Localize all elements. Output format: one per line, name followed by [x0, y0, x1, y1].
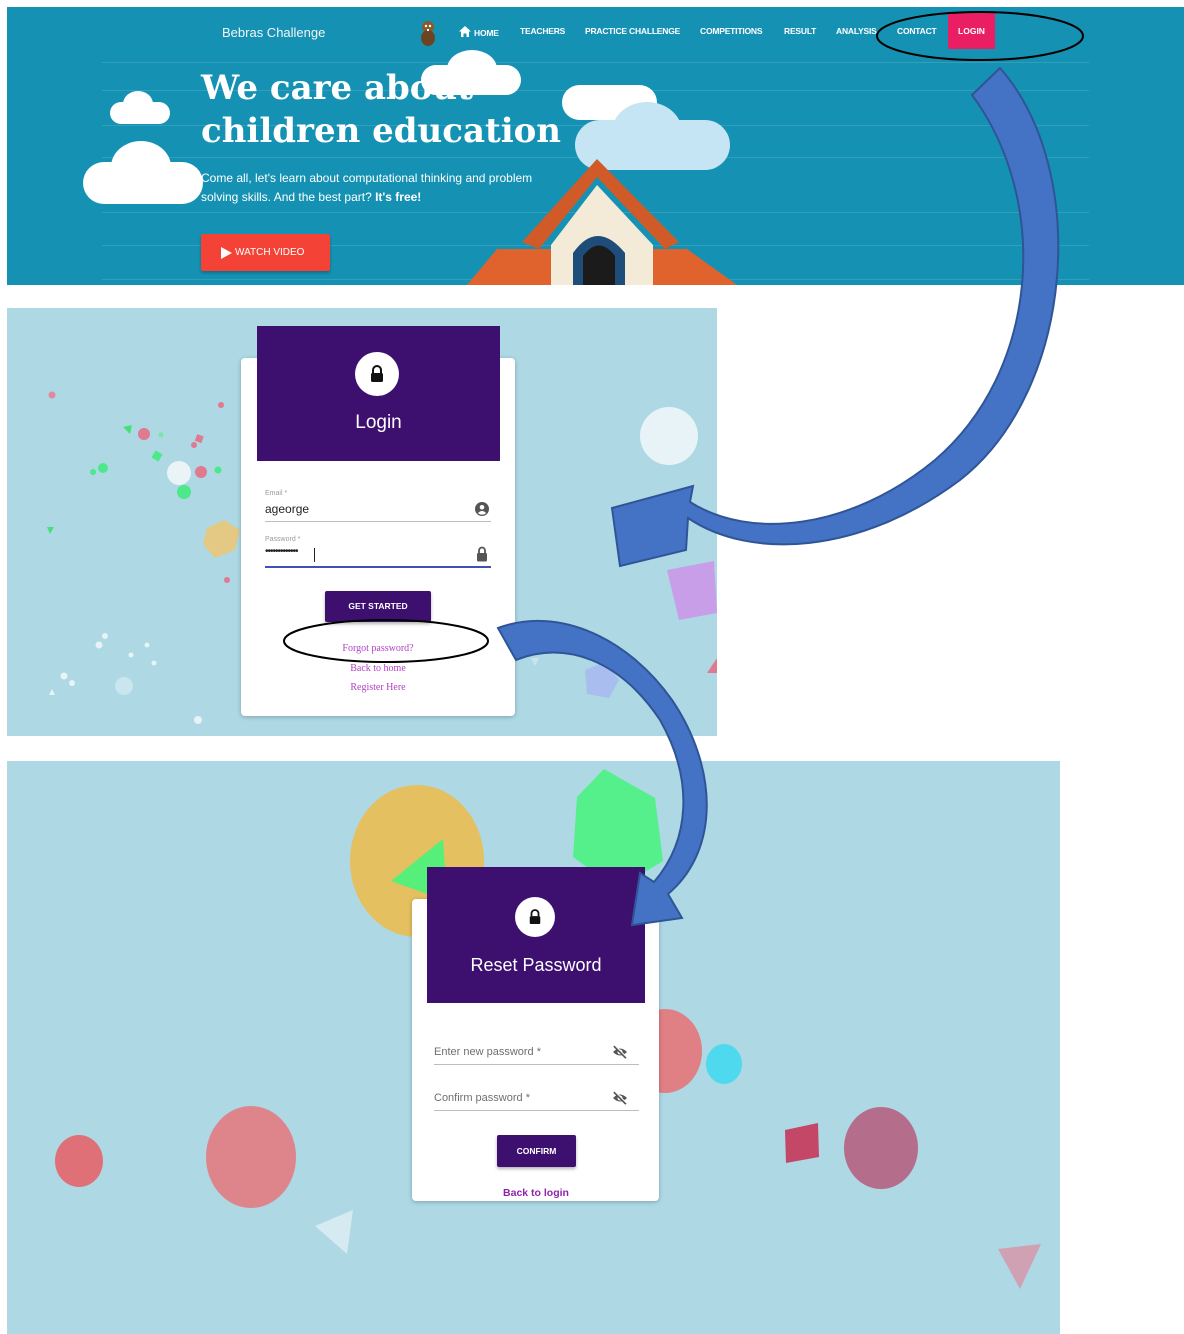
back-to-home-link[interactable]: Back to home — [267, 663, 489, 674]
home-page-screenshot: Bebras Challenge HOME TEACHERS PRACTICE … — [7, 7, 1184, 285]
nav-result[interactable]: RESULT — [784, 26, 816, 36]
password-field[interactable]: ••••••••••••• — [265, 546, 299, 557]
brand-name[interactable]: Bebras Challenge — [222, 25, 325, 40]
email-field[interactable]: ageorge — [265, 502, 309, 516]
password-label: Password * — [265, 536, 301, 543]
back-to-login-link[interactable]: Back to login — [427, 1187, 645, 1199]
login-title: Login — [355, 412, 402, 433]
nav-login-label: LOGIN — [958, 26, 985, 36]
nav-teachers[interactable]: TEACHERS — [520, 26, 565, 36]
lock-icon — [477, 546, 487, 562]
email-underline — [265, 521, 491, 522]
get-started-button[interactable]: GET STARTED — [325, 591, 431, 622]
eye-off-icon[interactable] — [612, 1091, 628, 1105]
register-link[interactable]: Register Here — [267, 682, 489, 693]
eye-off-icon[interactable] — [612, 1045, 628, 1059]
lock-icon — [371, 365, 383, 382]
watch-video-button[interactable]: WATCH VIDEO — [201, 234, 330, 271]
email-label: Email * — [265, 490, 288, 497]
home-icon[interactable] — [459, 26, 471, 37]
reset-password-page-screenshot: Reset Password Enter new password * Conf… — [7, 761, 1060, 1334]
login-page-screenshot: Login Email * ageorge Password * •••••••… — [7, 308, 717, 736]
new-password-underline — [434, 1064, 639, 1065]
login-card-header: Login — [257, 326, 500, 461]
divider — [102, 62, 1089, 63]
nav-contact[interactable]: CONTACT — [897, 26, 937, 36]
forgot-password-link[interactable]: Forgot password? — [267, 643, 489, 654]
hero-subtitle: Come all, let's learn about computationa… — [201, 171, 533, 204]
nav-practice-challenge[interactable]: PRACTICE CHALLENGE — [585, 26, 680, 36]
lock-icon — [529, 909, 541, 924]
password-underline-focused — [265, 566, 491, 568]
reset-card-header: Reset Password — [427, 867, 645, 1003]
nav-analysis[interactable]: ANALYSIS — [836, 26, 877, 36]
lock-icon-badge — [355, 352, 399, 396]
account-circle-icon — [475, 502, 489, 516]
nav-home[interactable]: HOME — [474, 28, 499, 38]
text-cursor — [314, 548, 315, 562]
confirm-password-underline — [434, 1110, 639, 1111]
beaver-logo-icon[interactable] — [418, 19, 438, 47]
hero-title: We care about children education — [201, 68, 562, 151]
nav-competitions[interactable]: COMPETITIONS — [700, 26, 762, 36]
confirm-button[interactable]: CONFIRM — [497, 1135, 576, 1167]
lock-icon-badge — [515, 897, 555, 937]
play-icon — [221, 247, 232, 259]
nav-login-button[interactable]: LOGIN — [948, 13, 995, 49]
reset-title: Reset Password — [470, 955, 602, 975]
new-password-field[interactable]: Enter new password * — [434, 1046, 541, 1058]
confirm-password-field[interactable]: Confirm password * — [434, 1092, 530, 1104]
